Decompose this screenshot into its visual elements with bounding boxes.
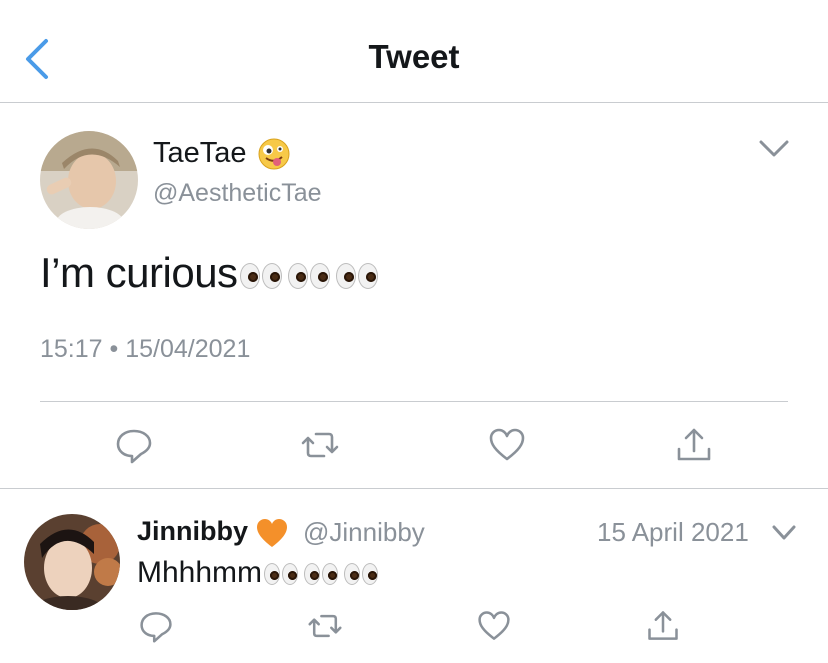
retweet-icon[interactable] bbox=[307, 608, 343, 644]
avatar[interactable] bbox=[24, 514, 120, 610]
eyes-emoji-icon bbox=[264, 563, 379, 586]
reply-icon[interactable] bbox=[138, 608, 174, 644]
handle[interactable]: @AestheticTae bbox=[153, 179, 322, 208]
share-icon[interactable] bbox=[645, 608, 681, 644]
zany-face-emoji-icon bbox=[258, 138, 290, 170]
handle[interactable]: @Jinnibby bbox=[303, 517, 425, 548]
top-bar: Tweet bbox=[0, 0, 828, 103]
like-icon[interactable] bbox=[487, 425, 527, 465]
share-icon[interactable] bbox=[674, 425, 714, 465]
reply-icon[interactable] bbox=[114, 425, 154, 465]
divider bbox=[40, 401, 788, 402]
reply-tweet[interactable]: Jinnibby @Jinnibby 15 April 2021 Mhhhmm bbox=[0, 490, 828, 663]
tweet-text: I’m curious bbox=[40, 249, 378, 297]
reply-date: 15 April 2021 bbox=[597, 517, 749, 547]
eyes-emoji-icon bbox=[239, 262, 378, 289]
tweet-timestamp: 15:17 • 15/04/2021 bbox=[40, 335, 251, 363]
display-name[interactable]: Jinnibby bbox=[137, 516, 288, 548]
chevron-down-icon[interactable] bbox=[758, 138, 790, 160]
chevron-down-icon[interactable] bbox=[771, 524, 797, 542]
main-tweet: TaeTae @AestheticTae I’m curious 15:17 •… bbox=[0, 103, 828, 489]
avatar[interactable] bbox=[40, 131, 138, 229]
retweet-icon[interactable] bbox=[300, 425, 340, 465]
reply-text: Mhhhmm bbox=[137, 556, 379, 590]
orange-heart-emoji-icon bbox=[256, 518, 287, 547]
like-icon[interactable] bbox=[476, 608, 512, 644]
display-name[interactable]: TaeTae bbox=[153, 137, 291, 171]
page-title: Tweet bbox=[368, 38, 460, 75]
